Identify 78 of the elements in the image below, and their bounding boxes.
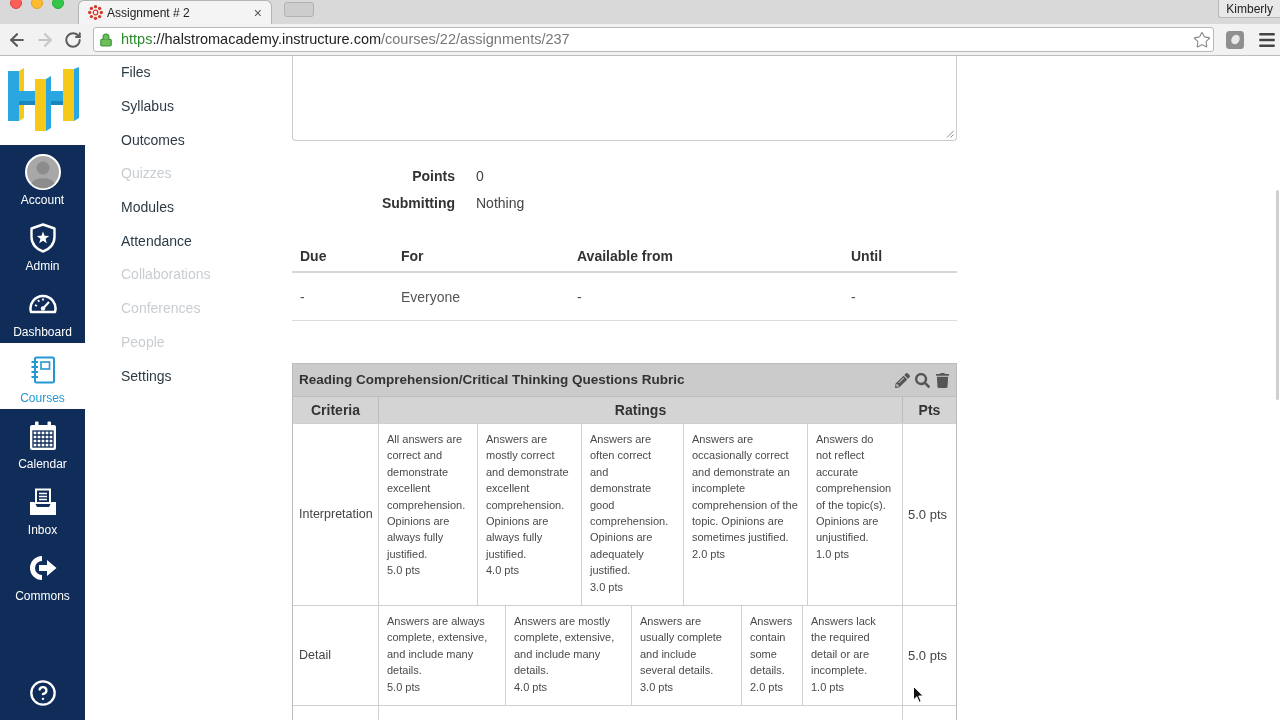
rating-description: Answers contain some details. [750,614,794,679]
column-header: For [401,248,424,264]
table-cell: - [851,288,856,305]
search-icon[interactable] [915,372,930,388]
curved-arrow-icon [27,555,58,581]
global-nav-link[interactable]: Account [0,145,85,211]
rating-description: Answers are mostly correct and demonstrate excellent comprehension. Opinions are always fully justified. [486,432,570,562]
criterion-label: Interpretation [299,506,373,524]
rating-points: 2.0 pts [750,679,784,695]
rubric-title: Reading Comprehension/Critical Thinking Questions Rubric [299,370,685,389]
description-field[interactable] [292,56,957,141]
trash-icon[interactable] [935,372,950,388]
dotted-ring-icon [88,5,103,20]
global-nav-link[interactable]: Dashboard [0,277,85,343]
criterion-points: 5.0 pts [908,505,948,524]
rating-description: Answers lack the required detail or are incomplete. [811,614,877,679]
column-header: Pts [918,400,941,420]
rating-points: 2.0 pts [692,546,726,562]
padlock-icon [99,32,113,47]
rating-description: All answers are correct and demonstrate excellent comprehension. Opinions are always fully justified. [387,432,467,562]
detail-label: Submitting [381,194,455,213]
column-header: Due [300,248,327,264]
rating-description: Answers are often correct and demonstrate good comprehension. Opinions are adequately justified. [590,432,670,579]
global-nav-link[interactable]: Calendar [0,409,85,475]
rating-points: 5.0 pts [387,563,421,579]
mouse-cursor-icon [913,686,924,703]
detail-value: Nothing [476,194,525,213]
detail-value: 0 [476,167,484,186]
close-tab-button[interactable]: × [253,5,262,20]
course-nav-link[interactable]: Settings [121,359,172,393]
inbox-tray-icon [28,488,57,516]
address-bar[interactable]: https://halstromacademy.instructure.com/courses/22/assignments/237 [93,27,1214,52]
rating-points: 4.0 pts [514,679,548,695]
detail-label: Points [412,167,455,186]
rating-points: 1.0 pts [811,679,845,695]
course-nav-link[interactable]: Syllabus [121,89,174,124]
zoom-window-icon[interactable] [52,0,64,9]
notebook-icon [29,356,56,384]
rating-points: 3.0 pts [590,579,624,595]
rating-description: Answers are occasionally correct and demonstrate an incomplete comprehension of the topic. Opinions are sometimes justified. [692,432,799,546]
rating-points: 3.0 pts [640,679,674,695]
table-cell: - [577,288,582,305]
browser-tab[interactable]: Assignment # 2 × [78,0,272,24]
course-nav-link[interactable]: Modules [121,190,174,225]
rating-description: Answers are always complete, extensive, and include many details. [387,614,489,679]
criterion-points: 5.0 pts [908,646,948,665]
course-nav-link[interactable]: Files [121,56,151,90]
course-nav-link[interactable]: Outcomes [121,123,185,158]
help-icon[interactable] [28,679,57,707]
column-header: Until [851,248,883,264]
speedometer-icon [27,294,58,314]
table-cell: - [300,288,305,305]
rating-description: Answers are usually complete and include several details. [640,614,723,679]
rating-points: 5.0 pts [387,679,421,695]
close-window-icon[interactable] [10,0,22,9]
global-nav-link[interactable]: Admin [0,211,85,277]
shield-star-icon [29,223,56,253]
rating-description: Answers do not reflect accurate comprehension of the topic(s). Opinions are unjustified. [816,432,892,546]
global-nav-link[interactable]: Commons [0,541,85,607]
column-header: Available from [577,248,673,264]
global-nav-link[interactable]: Inbox [0,475,85,541]
scrollbar-thumb[interactable] [1276,190,1279,400]
calendar-icon [28,421,57,451]
resize-handle-icon[interactable] [946,130,954,138]
column-header: Ratings [614,400,667,420]
rating-points: 1.0 pts [816,546,850,562]
course-nav-link[interactable]: Attendance [121,224,192,259]
criterion-label: Detail [299,647,331,665]
extension-icon[interactable] [1226,30,1244,49]
reload-icon [64,30,82,49]
avatar-icon [24,154,61,190]
table-cell: Everyone [401,288,461,305]
rating-description: Answers are mostly complete, extensive, and include many details. [514,614,616,679]
bookmark-star-icon[interactable] [1193,30,1211,49]
column-header: Criteria [311,400,360,420]
profile-button[interactable]: Kimberly [1218,0,1280,18]
pencil-icon[interactable] [895,372,910,388]
rating-points: 4.0 pts [486,563,520,579]
